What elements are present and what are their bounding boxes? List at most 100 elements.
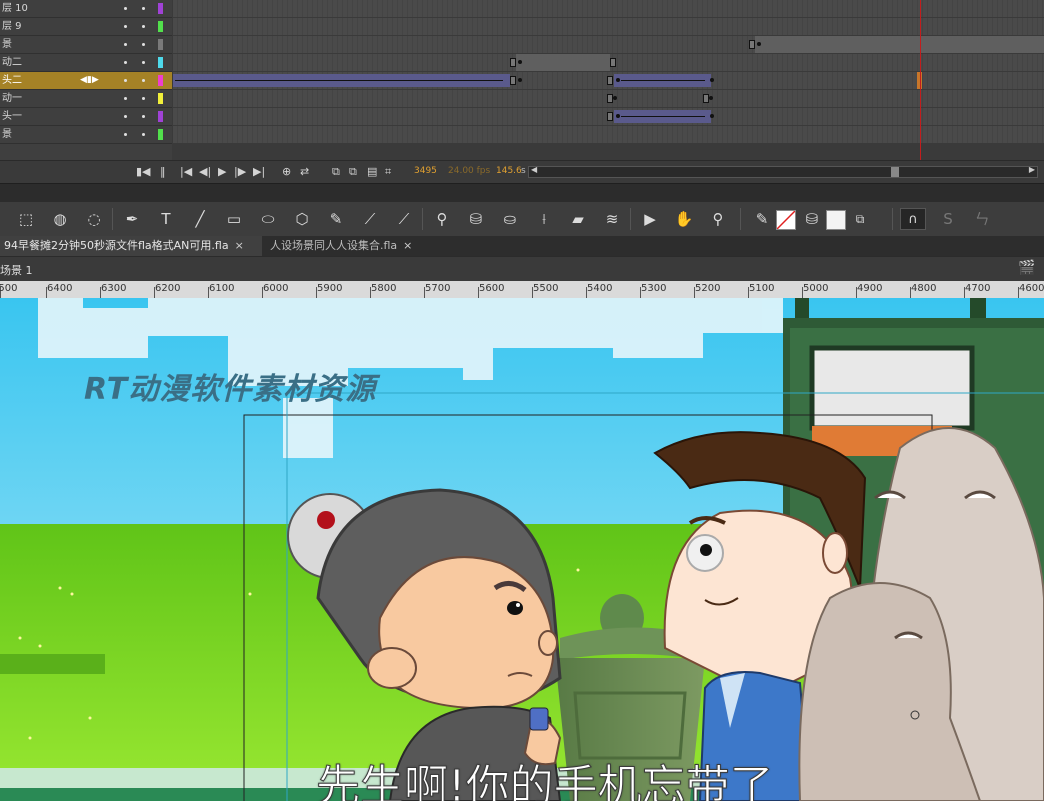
rectangle-icon[interactable]: ▭ [224, 209, 244, 229]
zoom-icon[interactable]: ⚲ [708, 209, 728, 229]
layer-frames[interactable] [173, 36, 1044, 54]
layer-name-cell[interactable]: 层 9 [0, 18, 172, 36]
lock-dot-icon[interactable] [142, 97, 145, 100]
modify-markers-icon[interactable]: ⌗ [385, 166, 391, 178]
visibility-dot-icon[interactable] [124, 61, 127, 64]
loop-icon[interactable]: ⇄ [300, 166, 309, 178]
clapper-icon[interactable]: 🎬 [1018, 260, 1035, 276]
layer-color-swatch[interactable] [158, 21, 163, 32]
paint-brush-icon[interactable]: ⟋ [360, 209, 380, 229]
straighten-icon[interactable]: ㄣ [972, 209, 992, 229]
hand-icon[interactable]: ✋ [674, 209, 694, 229]
keyframe[interactable] [518, 78, 522, 82]
layer-frames[interactable] [173, 0, 1044, 18]
keyframe[interactable] [709, 96, 713, 100]
visibility-dot-icon[interactable] [124, 25, 127, 28]
layer-row[interactable]: 景 [0, 36, 1044, 54]
onion-outline-icon[interactable]: ⧉ [349, 166, 357, 178]
keyframe[interactable] [518, 60, 522, 64]
layer-color-swatch[interactable] [158, 129, 163, 140]
layer-name-cell[interactable]: 头一 [0, 108, 172, 126]
center-frame-icon[interactable]: ⊕ [282, 166, 291, 178]
close-icon[interactable]: × [235, 239, 244, 252]
layer-name-cell[interactable]: 动一 [0, 90, 172, 108]
paint-bucket-icon[interactable]: ⛁ [466, 209, 486, 229]
layer-frames[interactable] [173, 90, 1044, 108]
lock-dot-icon[interactable] [142, 25, 145, 28]
scroll-left-icon[interactable]: ◀ [531, 165, 537, 174]
lock-dot-icon[interactable] [142, 61, 145, 64]
visibility-dot-icon[interactable] [124, 79, 127, 82]
layer-color-swatch[interactable] [158, 93, 163, 104]
empty-keyframe[interactable] [510, 76, 516, 85]
keyframe[interactable] [710, 78, 714, 82]
play-icon[interactable]: ▶ [218, 166, 226, 178]
fill-color-swatch[interactable] [826, 210, 846, 230]
keyframe-nav-icon[interactable]: ◀▮▶ [80, 72, 99, 89]
bone-icon[interactable]: ⚲ [432, 209, 452, 229]
lock-dot-icon[interactable] [142, 133, 145, 136]
swap-colors-icon[interactable]: ⧉ [850, 209, 870, 229]
scene-label[interactable]: 场景 1 [0, 262, 33, 278]
ink-bottle-icon[interactable]: ⛀ [500, 209, 520, 229]
playhead[interactable] [920, 0, 921, 160]
edit-multiple-icon[interactable]: ▤ [367, 166, 377, 178]
layer-color-swatch[interactable] [158, 111, 163, 122]
scroll-right-icon[interactable]: ▶ [1029, 165, 1035, 174]
layer-row-selected[interactable]: 头二 ◀▮▶ [0, 72, 1044, 90]
onion-skin-icon[interactable]: ⧉ [332, 166, 340, 178]
keyframe[interactable] [616, 114, 620, 118]
stage-canvas[interactable]: RT动漫软件素材资源 先生啊!你的手机忘带了 [0, 298, 1044, 801]
layer-row[interactable]: 动二 [0, 54, 1044, 72]
frame-span[interactable] [516, 54, 610, 71]
eraser-icon[interactable]: ▰ [568, 209, 588, 229]
line-icon[interactable]: ╱ [190, 209, 210, 229]
layer-row[interactable]: 景 [0, 126, 1044, 144]
close-icon[interactable]: × [403, 239, 412, 252]
layer-row[interactable]: 动一 [0, 90, 1044, 108]
layer-name-cell[interactable]: 头二 ◀▮▶ [0, 72, 172, 90]
layer-frames[interactable] [173, 18, 1044, 36]
keyframe[interactable] [616, 78, 620, 82]
layer-frames[interactable] [173, 72, 1044, 90]
layer-frames[interactable] [173, 108, 1044, 126]
layer-name-cell[interactable]: 景 [0, 126, 172, 144]
pen-icon[interactable]: ✒ [122, 209, 142, 229]
free-transform-icon[interactable]: ⬚ [16, 209, 36, 229]
keyframe[interactable] [710, 114, 714, 118]
scroll-thumb[interactable] [891, 167, 899, 177]
frame-number[interactable]: 3495 [414, 165, 437, 177]
pencil-icon[interactable]: ✎ [326, 209, 346, 229]
camera-icon[interactable]: ▶ [640, 209, 660, 229]
visibility-dot-icon[interactable] [124, 43, 127, 46]
fps-readout[interactable]: 24.00 fps [448, 165, 490, 177]
eyedropper-icon[interactable]: ⟊ [534, 209, 554, 229]
lock-dot-icon[interactable] [142, 79, 145, 82]
layer-color-swatch[interactable] [158, 39, 163, 50]
fill-color-icon[interactable]: ⛁ [802, 209, 822, 229]
smooth-icon[interactable]: S [938, 209, 958, 229]
pause-icon[interactable]: ‖ [160, 166, 166, 178]
camera-toggle-icon[interactable]: ▮◀ [136, 166, 151, 178]
time-readout[interactable]: 145.6 [496, 165, 522, 177]
keyframe[interactable] [613, 96, 617, 100]
polystar-icon[interactable]: ⬡ [292, 209, 312, 229]
empty-keyframe[interactable] [610, 58, 616, 67]
lock-dot-icon[interactable] [142, 7, 145, 10]
step-back-icon[interactable]: ◀| [199, 166, 211, 178]
oval-icon[interactable]: ⬭ [258, 209, 278, 229]
layer-color-swatch[interactable] [158, 75, 163, 86]
stroke-color-icon[interactable]: ✎ [752, 209, 772, 229]
layer-row[interactable]: 层 9 [0, 18, 1044, 36]
layer-color-swatch[interactable] [158, 57, 163, 68]
frame-span[interactable] [755, 36, 1044, 53]
go-last-icon[interactable]: ▶| [253, 166, 265, 178]
snap-magnet-icon[interactable]: ∩ [900, 208, 926, 230]
visibility-dot-icon[interactable] [124, 133, 127, 136]
visibility-dot-icon[interactable] [124, 97, 127, 100]
tab-document-2[interactable]: 人设场景同人人设集合.fla × [266, 236, 432, 256]
empty-keyframe[interactable] [607, 76, 613, 85]
brush-icon[interactable]: ⟋ [394, 209, 414, 229]
layer-frames[interactable] [173, 126, 1044, 144]
empty-keyframe[interactable] [607, 112, 613, 121]
